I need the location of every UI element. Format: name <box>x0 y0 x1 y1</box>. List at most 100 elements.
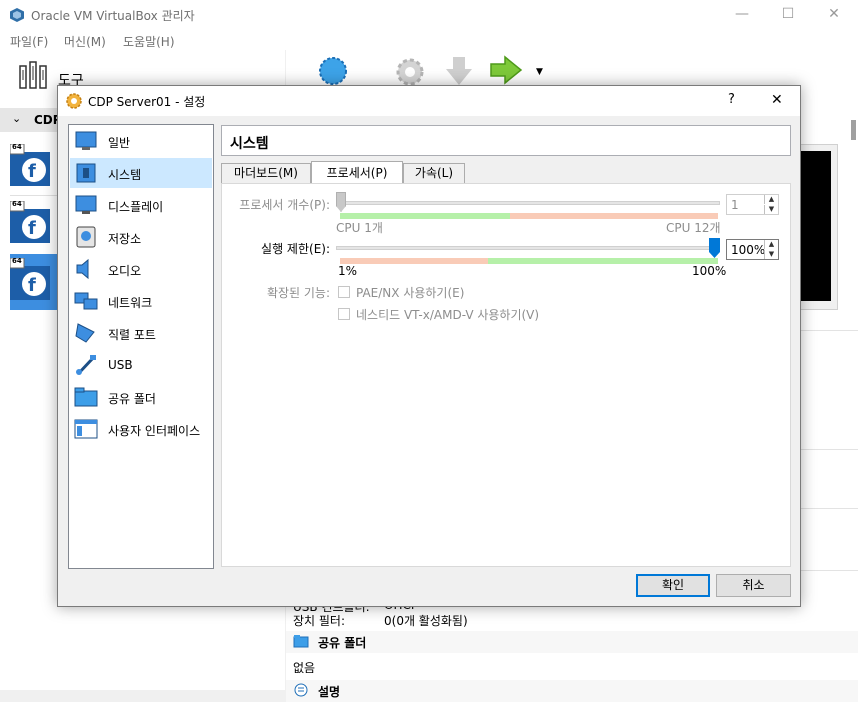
vm-arch-badge: 64 <box>12 257 22 265</box>
nav-label: 일반 <box>108 136 131 150</box>
tab-processor[interactable]: 프로세서(P) <box>311 161 403 185</box>
nav-label: 직렬 포트 <box>108 328 156 342</box>
spin-up-icon[interactable]: ▲ <box>764 195 778 204</box>
page-title: 시스템 <box>230 136 269 152</box>
settings-nav-list: 일반 시스템 디스플레이 저장소 오디오 네트워크 직렬 포트 USB 공유 폴… <box>68 124 214 569</box>
new-vm-icon[interactable] <box>316 54 350 88</box>
description-icon <box>294 683 308 697</box>
user-interface-icon <box>74 419 98 439</box>
nav-item-usb[interactable]: USB <box>70 350 212 380</box>
nav-item-storage[interactable]: 저장소 <box>70 222 212 252</box>
maximize-button[interactable]: ☐ <box>765 0 811 30</box>
menu-machine[interactable]: 머신(M) <box>64 33 106 50</box>
tab-acceleration[interactable]: 가속(L) <box>403 163 465 184</box>
pae-nx-label: PAE/NX 사용하기(E) <box>356 286 465 300</box>
usb-icon <box>76 355 96 376</box>
menu-help[interactable]: 도움말(H) <box>123 33 175 50</box>
main-window-title: Oracle VM VirtualBox 관리자 <box>31 9 195 23</box>
nav-item-system[interactable]: 시스템 <box>70 158 212 188</box>
tab-label: 가속(L) <box>414 166 454 180</box>
dialog-title-bar: CDP Server01 - 설정 ? ✕ <box>58 86 800 116</box>
ok-label: 확인 <box>661 578 685 592</box>
settings-dialog-icon <box>66 93 82 109</box>
scrollbar-thumb[interactable] <box>851 120 856 140</box>
spin-down-icon[interactable]: ▼ <box>764 205 778 214</box>
vm-arch-badge: 64 <box>12 143 22 151</box>
shared-folder-icon <box>74 387 98 407</box>
nav-label: 사용자 인터페이스 <box>108 424 201 438</box>
dialog-close-button[interactable]: ✕ <box>771 92 783 108</box>
processor-count-value: 1 <box>731 198 739 212</box>
processor-count-slider-thumb[interactable] <box>336 192 346 212</box>
nav-item-audio[interactable]: 오디오 <box>70 254 212 284</box>
start-arrow-icon[interactable] <box>489 55 523 85</box>
system-icon <box>76 163 96 183</box>
start-dropdown-arrow-icon[interactable]: ▼ <box>536 67 543 77</box>
nav-label: 시스템 <box>108 168 142 182</box>
execution-cap-green-zone <box>488 258 718 264</box>
nav-label: 디스플레이 <box>108 200 164 214</box>
nav-label: USB <box>108 358 133 372</box>
settings-gear-icon[interactable] <box>394 56 426 88</box>
nav-label: 오디오 <box>108 264 142 278</box>
menu-file[interactable]: 파일(F) <box>10 33 48 50</box>
tab-label: 프로세서(P) <box>326 166 388 180</box>
shared-folder-icon <box>293 635 309 648</box>
menu-bar: 파일(F) 머신(M) 도움말(H) <box>0 30 858 50</box>
general-icon <box>75 131 97 150</box>
shared-folders-header: 공유 폴더 <box>318 636 367 650</box>
processor-count-track[interactable] <box>336 201 720 205</box>
cancel-button[interactable]: 취소 <box>716 574 791 597</box>
processor-count-max-label: CPU 12개 <box>666 221 721 235</box>
description-header: 설명 <box>318 685 341 699</box>
main-title-bar: Oracle VM VirtualBox 관리자 — ☐ ✕ <box>0 0 858 30</box>
nested-vtx-label: 네스티드 VT-x/AMD-V 사용하기(V) <box>356 308 540 322</box>
device-filter-value: 0(0개 활성화됨) <box>384 614 468 628</box>
execution-cap-slider-thumb[interactable] <box>709 238 720 258</box>
nav-label: 공유 폴더 <box>108 392 156 406</box>
tab-motherboard[interactable]: 마더보드(M) <box>221 163 311 184</box>
execution-cap-max-label: 100% <box>692 264 727 278</box>
vm-arch-badge: 64 <box>12 200 22 208</box>
virtualbox-logo-icon <box>10 8 24 22</box>
nav-label: 네트워크 <box>108 296 153 310</box>
spin-up-icon[interactable]: ▲ <box>764 240 778 249</box>
discard-arrow-icon[interactable] <box>444 55 474 87</box>
execution-cap-track[interactable] <box>336 246 720 250</box>
minimize-button[interactable]: — <box>719 0 765 30</box>
execution-cap-red-zone <box>340 258 488 264</box>
nav-item-user-interface[interactable]: 사용자 인터페이스 <box>70 414 212 444</box>
nav-item-general[interactable]: 일반 <box>70 126 212 156</box>
processor-count-min-label: CPU 1개 <box>336 221 383 235</box>
svg-text:f: f <box>28 161 36 182</box>
nested-vtx-checkbox[interactable] <box>338 308 350 320</box>
spin-down-icon[interactable]: ▼ <box>764 250 778 259</box>
tab-label: 마더보드(M) <box>234 166 298 180</box>
display-icon <box>75 195 97 214</box>
svg-text:f: f <box>28 275 36 296</box>
close-window-button[interactable]: ✕ <box>811 0 857 30</box>
serial-port-icon <box>75 323 95 343</box>
processor-count-label: 프로세서 개수(P): <box>239 198 330 212</box>
processor-count-spinbox[interactable]: 1 ▲ ▼ <box>726 194 779 215</box>
network-icon <box>74 292 98 310</box>
page-title-box: 시스템 <box>221 125 791 156</box>
device-filter-label: 장치 필터: <box>293 614 346 628</box>
nav-item-shared-folders[interactable]: 공유 폴더 <box>70 382 212 412</box>
nav-item-serial-port[interactable]: 직렬 포트 <box>70 318 212 348</box>
nav-item-display[interactable]: 디스플레이 <box>70 190 212 220</box>
pae-nx-checkbox[interactable] <box>338 286 350 298</box>
svg-text:f: f <box>28 218 36 239</box>
description-section-header[interactable]: 설명 <box>286 680 858 702</box>
execution-cap-spinbox[interactable]: 100% ▲ ▼ <box>726 239 779 260</box>
help-button[interactable]: ? <box>728 92 735 107</box>
dialog-title: CDP Server01 - 설정 <box>88 95 206 109</box>
nav-item-network[interactable]: 네트워크 <box>70 286 212 316</box>
ok-button[interactable]: 확인 <box>636 574 710 597</box>
processor-tab-panel: 프로세서 개수(P): CPU 1개 CPU 12개 1 ▲ ▼ 실행 제한(E… <box>221 183 791 567</box>
execution-cap-value: 100% <box>731 243 766 257</box>
nav-label: 저장소 <box>108 232 142 246</box>
execution-cap-min-label: 1% <box>338 264 358 278</box>
shared-folders-section-header[interactable]: 공유 폴더 <box>286 631 858 653</box>
audio-icon <box>76 258 89 280</box>
